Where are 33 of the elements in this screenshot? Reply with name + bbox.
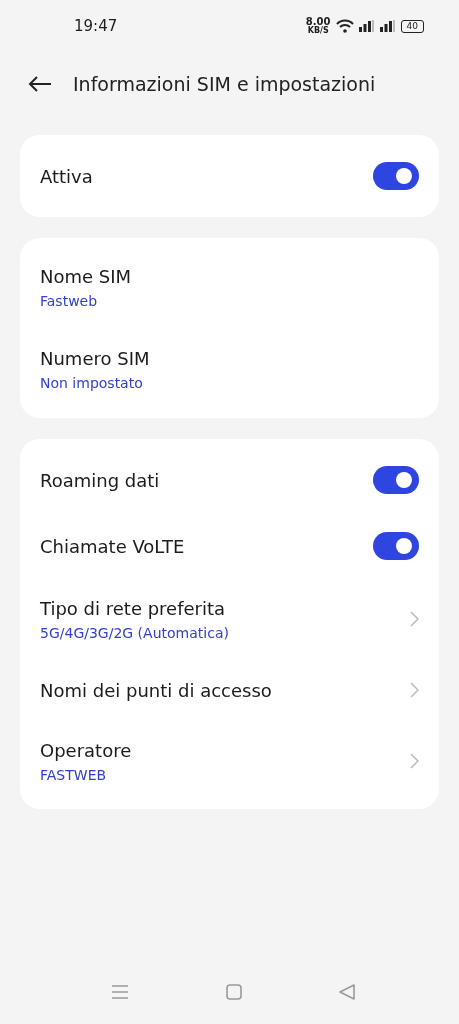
signal-icon [358,20,375,32]
setting-value: FASTWEB [40,766,108,783]
info-row[interactable]: Numero SIM Non impostato [20,328,439,410]
setting-value: Fastweb [40,292,99,309]
menu-row[interactable]: Nomi dei punti di accesso [20,659,439,721]
toggle-row[interactable]: Attiva [20,143,439,209]
setting-value: Non impostato [40,374,144,391]
toggle-row[interactable]: Roaming dati [20,447,439,513]
setting-label: Operatore [40,739,132,761]
setting-value: 5G/4G/3G/2G (Automatica) [40,624,229,641]
wifi-icon [335,19,354,33]
toggle-switch[interactable] [373,162,419,190]
menu-row[interactable]: Operatore FASTWEB [20,721,439,801]
setting-label: Tipo di rete preferita [40,597,227,619]
network-speed: 8.00 KB/S [305,17,331,35]
page-title: Informazioni SIM e impostazioni [73,73,376,95]
info-row[interactable]: Nome SIM Fastweb [20,246,439,328]
back-triangle-icon[interactable] [339,984,355,1000]
setting-label: Nomi dei punti di accesso [40,679,272,701]
toggle-switch[interactable] [373,466,419,494]
menu-row[interactable]: Tipo di rete preferita 5G/4G/3G/2G (Automatica) [20,579,439,659]
signal-icon [379,20,396,32]
chevron-right-icon [410,611,419,627]
setting-label: Numero SIM [40,347,150,369]
setting-label: Nome SIM [40,265,132,287]
chevron-right-icon [410,682,419,698]
toggle-switch[interactable] [373,532,419,560]
battery-icon: 40 [400,19,424,33]
status-time: 19:47 [74,17,118,35]
back-arrow-icon[interactable] [28,75,52,93]
chevron-right-icon [410,753,419,769]
toggle-row[interactable]: Chiamate VoLTE [20,513,439,579]
home-square-icon[interactable] [225,984,242,1000]
